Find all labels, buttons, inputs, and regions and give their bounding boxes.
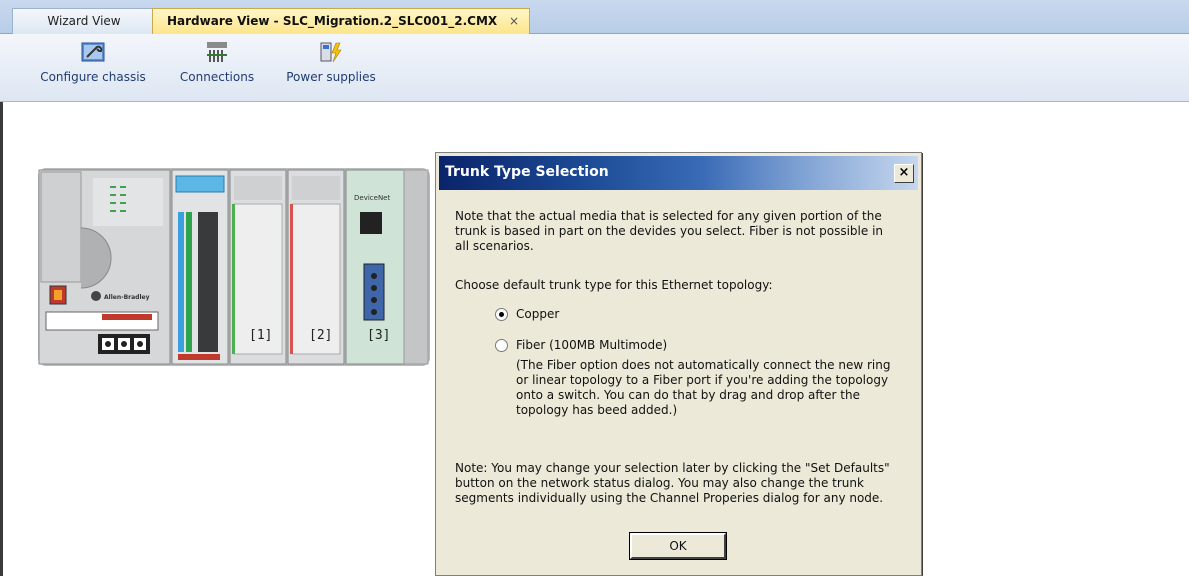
- power-supply-icon: [320, 42, 342, 63]
- toolbar: Configure chassis Connections Power supp…: [0, 34, 1189, 102]
- slot-label-2: [2]: [309, 328, 333, 343]
- end-cap: [403, 169, 429, 365]
- connections-icon: [207, 42, 227, 62]
- close-icon: ×: [898, 165, 910, 180]
- configure-chassis-label: Configure chassis: [40, 70, 146, 84]
- dialog-title-bar[interactable]: Trunk Type Selection ×: [439, 156, 918, 190]
- connections-label: Connections: [179, 70, 255, 84]
- close-tab-icon[interactable]: ×: [509, 9, 519, 33]
- power-supplies-label: Power supplies: [286, 70, 376, 84]
- close-button[interactable]: ×: [894, 164, 914, 183]
- tab-hardware-view[interactable]: Hardware View - SLC_Migration.2_SLC001_2…: [152, 8, 530, 34]
- slot-label-3: [3]: [367, 328, 391, 343]
- fiber-radio-option[interactable]: Fiber (100MB Multimode): [495, 337, 667, 353]
- embedded-io-module[interactable]: [171, 169, 229, 365]
- copper-label: Copper: [516, 306, 560, 321]
- ok-button[interactable]: OK: [629, 532, 727, 560]
- fiber-option-note: (The Fiber option does not automatically…: [516, 358, 891, 417]
- connections-button[interactable]: Connections: [172, 40, 262, 84]
- vendor-label: Allen-Bradley: [104, 294, 150, 301]
- media-note-text: Note that the actual media that is selec…: [455, 209, 884, 253]
- copper-radio-option[interactable]: Copper: [495, 306, 559, 322]
- tab-label: Wizard View: [47, 14, 121, 28]
- fiber-label: Fiber (100MB Multimode): [516, 337, 668, 352]
- tab-label: Hardware View - SLC_Migration.2_SLC001_2…: [167, 14, 498, 28]
- trunk-type-dialog: Trunk Type Selection × Note that the act…: [435, 152, 922, 576]
- wrench-icon: [81, 42, 105, 62]
- set-defaults-note: Note: You may change your selection late…: [455, 461, 890, 505]
- dialog-title: Trunk Type Selection: [445, 164, 609, 180]
- choose-trunk-type-text: Choose default trunk type for this Ether…: [455, 278, 773, 292]
- document-tab-strip: Wizard View Hardware View - SLC_Migratio…: [0, 0, 1189, 34]
- allen-bradley-logo-icon: [91, 291, 101, 301]
- slot-label-1: [1]: [249, 328, 273, 343]
- devicenet-label: DeviceNet: [354, 194, 390, 202]
- configure-chassis-button[interactable]: Configure chassis: [34, 40, 152, 84]
- copper-radio[interactable]: [495, 307, 508, 321]
- power-supplies-button[interactable]: Power supplies: [279, 40, 383, 84]
- controller-module[interactable]: Allen-Bradley: [38, 169, 171, 365]
- tab-wizard-view[interactable]: Wizard View: [12, 8, 156, 34]
- fiber-radio[interactable]: [495, 338, 508, 352]
